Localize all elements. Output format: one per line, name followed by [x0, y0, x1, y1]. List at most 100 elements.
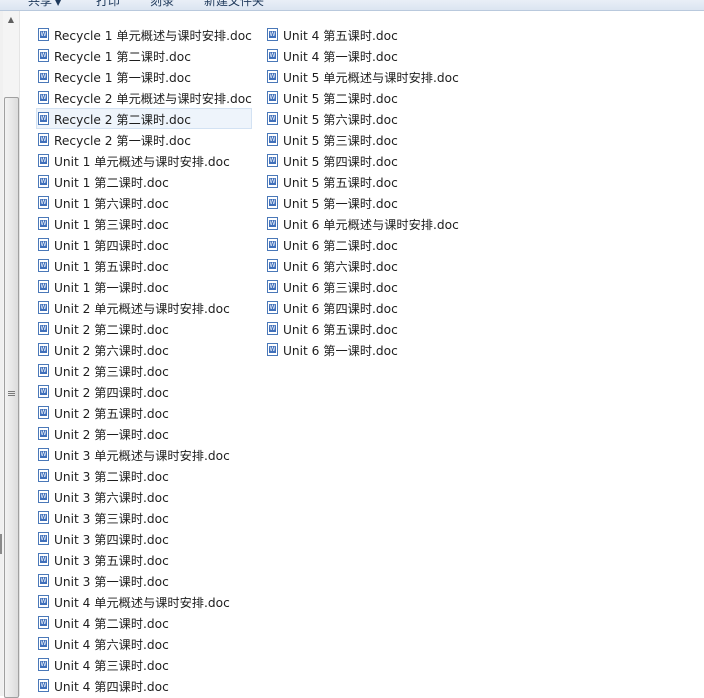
- file-item[interactable]: Unit 3 第三课时.doc: [36, 507, 252, 528]
- file-item[interactable]: Unit 6 单元概述与课时安排.doc: [265, 213, 459, 234]
- word-doc-icon: [38, 175, 49, 188]
- word-doc-icon: [267, 259, 278, 272]
- file-item[interactable]: Recycle 2 第一课时.doc: [36, 129, 252, 150]
- file-item[interactable]: Recycle 2 单元概述与课时安排.doc: [36, 87, 252, 108]
- file-item[interactable]: Unit 6 第一课时.doc: [265, 339, 459, 360]
- file-item[interactable]: Unit 5 第五课时.doc: [265, 171, 459, 192]
- file-name: Unit 3 第六课时.doc: [54, 490, 169, 505]
- file-item[interactable]: Unit 6 第三课时.doc: [265, 276, 459, 297]
- word-doc-icon: [38, 574, 49, 587]
- word-doc-icon: [38, 406, 49, 419]
- file-item[interactable]: Unit 2 第三课时.doc: [36, 360, 252, 381]
- file-item[interactable]: Unit 5 第三课时.doc: [265, 129, 459, 150]
- word-doc-icon: [38, 490, 49, 503]
- scroll-up-arrow-icon[interactable]: ▲: [3, 11, 19, 28]
- file-item[interactable]: Unit 4 第六课时.doc: [36, 633, 252, 654]
- word-doc-icon: [38, 154, 49, 167]
- file-name: Unit 5 第一课时.doc: [283, 196, 398, 211]
- file-name: Unit 6 第四课时.doc: [283, 301, 398, 316]
- file-item[interactable]: Unit 4 单元概述与课时安排.doc: [36, 591, 252, 612]
- file-item[interactable]: Unit 1 第四课时.doc: [36, 234, 252, 255]
- file-column-1: Recycle 1 单元概述与课时安排.doc Recycle 1 第二课时.do…: [36, 24, 252, 696]
- file-item[interactable]: Recycle 2 第二课时.doc: [36, 108, 252, 129]
- file-item[interactable]: Unit 1 单元概述与课时安排.doc: [36, 150, 252, 171]
- file-item[interactable]: Recycle 1 第一课时.doc: [36, 66, 252, 87]
- file-name: Unit 2 单元概述与课时安排.doc: [54, 301, 230, 316]
- file-item[interactable]: Unit 4 第四课时.doc: [36, 675, 252, 696]
- word-doc-icon: [267, 217, 278, 230]
- word-doc-icon: [38, 595, 49, 608]
- file-name: Unit 1 单元概述与课时安排.doc: [54, 154, 230, 169]
- file-item[interactable]: Unit 4 第一课时.doc: [265, 45, 459, 66]
- file-item[interactable]: Unit 5 单元概述与课时安排.doc: [265, 66, 459, 87]
- file-item[interactable]: Unit 6 第五课时.doc: [265, 318, 459, 339]
- file-name: Unit 6 第五课时.doc: [283, 322, 398, 337]
- file-item[interactable]: Unit 3 第一课时.doc: [36, 570, 252, 591]
- file-item[interactable]: Unit 2 第四课时.doc: [36, 381, 252, 402]
- file-name: Unit 4 单元概述与课时安排.doc: [54, 595, 230, 610]
- file-name: Unit 2 第五课时.doc: [54, 406, 169, 421]
- scrollbar-thumb[interactable]: [4, 97, 19, 698]
- file-item[interactable]: Unit 6 第二课时.doc: [265, 234, 459, 255]
- file-name: Unit 3 第一课时.doc: [54, 574, 169, 589]
- file-name: Unit 1 第二课时.doc: [54, 175, 169, 190]
- file-item[interactable]: Unit 1 第一课时.doc: [36, 276, 252, 297]
- word-doc-icon: [38, 532, 49, 545]
- word-doc-icon: [38, 112, 49, 125]
- file-item[interactable]: Unit 2 单元概述与课时安排.doc: [36, 297, 252, 318]
- file-item[interactable]: Unit 1 第六课时.doc: [36, 192, 252, 213]
- file-item[interactable]: Unit 4 第三课时.doc: [36, 654, 252, 675]
- new-folder-button[interactable]: 新建文件夹: [204, 0, 264, 10]
- file-name: Unit 4 第一课时.doc: [283, 49, 398, 64]
- file-item[interactable]: Unit 5 第四课时.doc: [265, 150, 459, 171]
- explorer-toolbar: 共享 ▼ 打印 刻录 新建文件夹: [0, 0, 704, 11]
- splitter-grip[interactable]: [0, 534, 2, 554]
- file-item[interactable]: Recycle 1 第二课时.doc: [36, 45, 252, 66]
- word-doc-icon: [38, 322, 49, 335]
- word-doc-icon: [267, 154, 278, 167]
- file-item[interactable]: Unit 4 第五课时.doc: [265, 24, 459, 45]
- word-doc-icon: [38, 385, 49, 398]
- chevron-down-icon: ▼: [55, 0, 62, 7]
- file-name: Recycle 1 单元概述与课时安排.doc: [54, 28, 252, 43]
- file-item[interactable]: Unit 3 第四课时.doc: [36, 528, 252, 549]
- share-label: 共享: [28, 0, 53, 8]
- word-doc-icon: [267, 49, 278, 62]
- file-item[interactable]: Unit 1 第三课时.doc: [36, 213, 252, 234]
- file-name: Unit 1 第一课时.doc: [54, 280, 169, 295]
- file-item[interactable]: Unit 3 第二课时.doc: [36, 465, 252, 486]
- file-name: Unit 4 第四课时.doc: [54, 679, 169, 694]
- word-doc-icon: [267, 280, 278, 293]
- file-item[interactable]: Unit 2 第五课时.doc: [36, 402, 252, 423]
- file-item[interactable]: Unit 5 第二课时.doc: [265, 87, 459, 108]
- word-doc-icon: [267, 91, 278, 104]
- file-item[interactable]: Unit 1 第五课时.doc: [36, 255, 252, 276]
- file-name: Recycle 1 第一课时.doc: [54, 70, 191, 85]
- file-item[interactable]: Unit 1 第二课时.doc: [36, 171, 252, 192]
- file-item[interactable]: Unit 5 第六课时.doc: [265, 108, 459, 129]
- file-name: Unit 1 第五课时.doc: [54, 259, 169, 274]
- file-item[interactable]: Unit 5 第一课时.doc: [265, 192, 459, 213]
- file-item[interactable]: Unit 4 第二课时.doc: [36, 612, 252, 633]
- file-item[interactable]: Unit 6 第六课时.doc: [265, 255, 459, 276]
- print-button[interactable]: 打印: [96, 0, 120, 10]
- share-menu-button[interactable]: 共享 ▼: [28, 0, 61, 10]
- word-doc-icon: [38, 343, 49, 356]
- file-item[interactable]: Unit 2 第六课时.doc: [36, 339, 252, 360]
- file-item[interactable]: Unit 2 第一课时.doc: [36, 423, 252, 444]
- vertical-scrollbar[interactable]: ▲: [3, 11, 20, 698]
- file-item[interactable]: Unit 3 第五课时.doc: [36, 549, 252, 570]
- file-name: Unit 3 第五课时.doc: [54, 553, 169, 568]
- file-name: Unit 6 单元概述与课时安排.doc: [283, 217, 459, 232]
- burn-button[interactable]: 刻录: [150, 0, 174, 10]
- file-item[interactable]: Unit 3 单元概述与课时安排.doc: [36, 444, 252, 465]
- file-item[interactable]: Unit 2 第二课时.doc: [36, 318, 252, 339]
- file-name: Unit 3 第三课时.doc: [54, 511, 169, 526]
- file-name: Unit 6 第二课时.doc: [283, 238, 398, 253]
- file-item[interactable]: Unit 6 第四课时.doc: [265, 297, 459, 318]
- word-doc-icon: [38, 448, 49, 461]
- word-doc-icon: [267, 322, 278, 335]
- file-name: Unit 3 单元概述与课时安排.doc: [54, 448, 230, 463]
- file-item[interactable]: Recycle 1 单元概述与课时安排.doc: [36, 24, 252, 45]
- file-item[interactable]: Unit 3 第六课时.doc: [36, 486, 252, 507]
